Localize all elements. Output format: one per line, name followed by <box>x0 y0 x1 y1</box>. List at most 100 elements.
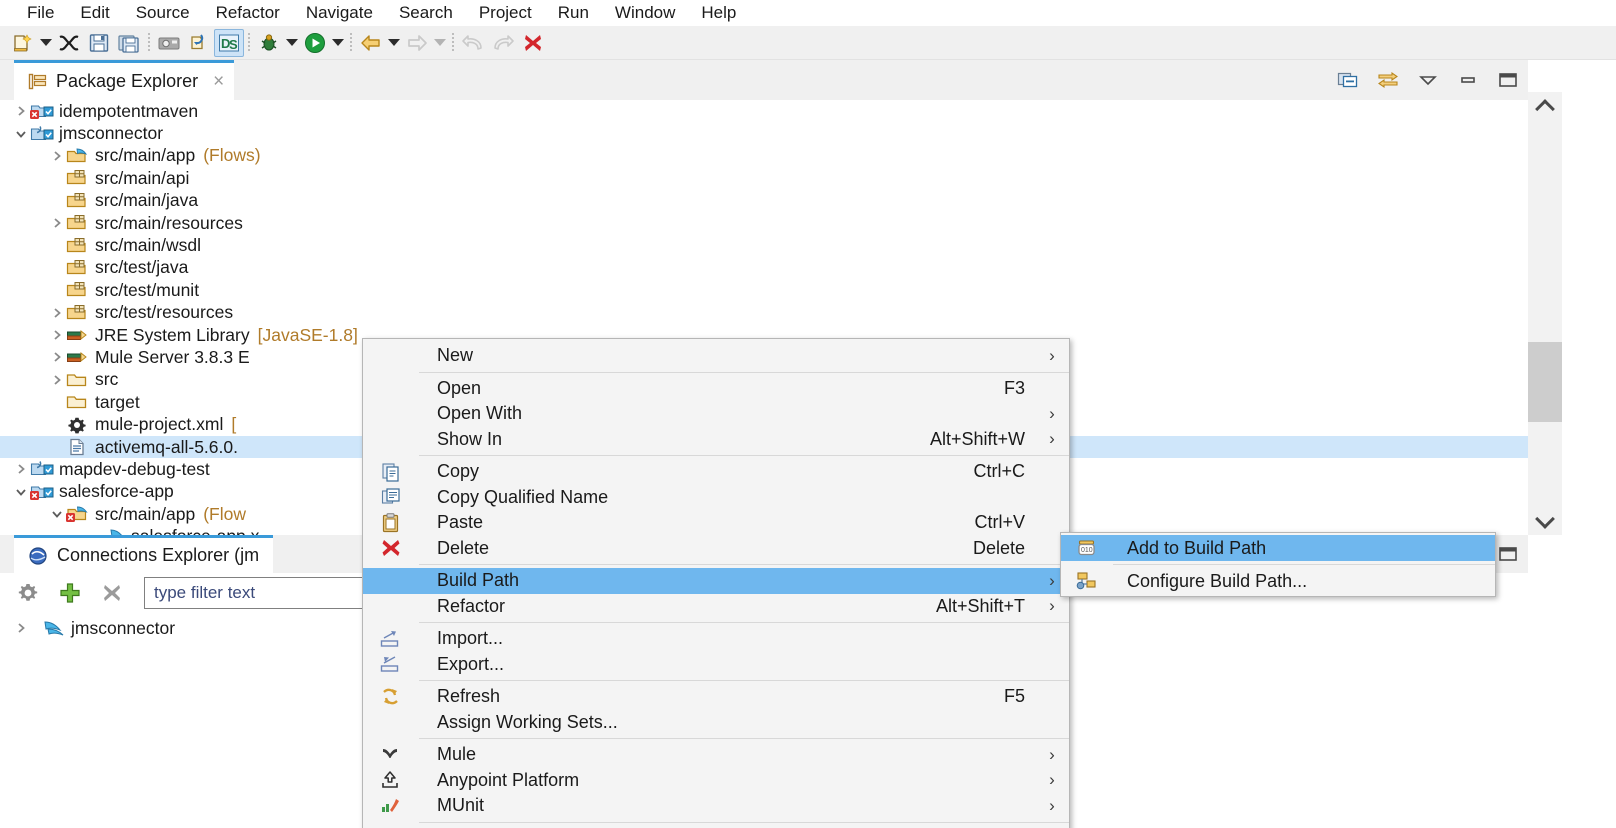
menu-item[interactable]: MUnit › <box>363 793 1069 819</box>
chevron-right-icon[interactable] <box>50 306 66 320</box>
minimize-button[interactable] <box>1448 63 1488 97</box>
tab-connections-explorer[interactable]: Connections Explorer (jm <box>14 535 274 573</box>
save-all-button[interactable] <box>114 29 144 57</box>
studio-perspective-button[interactable]: D S <box>214 28 244 57</box>
tree-item[interactable]: jmsconnector <box>0 122 1528 144</box>
link-with-editor-button[interactable] <box>1368 63 1408 97</box>
menu-source[interactable]: Source <box>123 3 203 23</box>
menu-item[interactable]: Open With › <box>363 401 1069 427</box>
save-button[interactable] <box>84 29 114 57</box>
debug-dropdown-arrow[interactable] <box>284 29 300 57</box>
menu-file[interactable]: File <box>14 3 67 23</box>
submenu-item[interactable]: 010 Add to Build Path <box>1061 535 1495 561</box>
forward-button[interactable] <box>402 29 432 57</box>
menu-item[interactable]: Export... <box>363 652 1069 678</box>
package-explorer-scrollbar[interactable] <box>1528 92 1562 535</box>
tree-item[interactable]: jmsconnector <box>0 615 175 641</box>
tree-item[interactable]: src/main/java <box>0 190 1528 212</box>
chevron-down-icon[interactable] <box>50 507 66 521</box>
menu-separator <box>419 821 1069 823</box>
menu-item[interactable]: Refresh F5 <box>363 684 1069 710</box>
view-menu-button[interactable] <box>1408 63 1448 97</box>
menu-item[interactable]: Refactor Alt+Shift+T › <box>363 594 1069 620</box>
menu-item-label: Refactor <box>437 595 506 616</box>
menu-window[interactable]: Window <box>602 3 688 23</box>
chevron-right-icon[interactable] <box>50 328 66 342</box>
chevron-right-icon[interactable] <box>50 216 66 230</box>
tree-item[interactable]: src/main/api <box>0 167 1528 189</box>
menu-item[interactable]: Anypoint Platform › <box>363 768 1069 794</box>
chevron-right-icon[interactable] <box>50 149 66 163</box>
run-button[interactable] <box>300 29 330 57</box>
menu-run[interactable]: Run <box>545 3 602 23</box>
undo-button[interactable] <box>458 29 488 57</box>
submenu-item[interactable]: Configure Build Path... <box>1061 568 1495 594</box>
menu-item-label: Refresh <box>437 686 501 707</box>
camera-button[interactable] <box>154 29 184 57</box>
menu-item[interactable]: Paste Ctrl+V <box>363 510 1069 536</box>
gear-button[interactable] <box>10 577 46 609</box>
menu-item[interactable]: Copy Ctrl+C <box>363 459 1069 485</box>
add-button[interactable] <box>52 577 88 609</box>
new-wizard-button[interactable] <box>8 29 38 57</box>
chevron-right-icon[interactable] <box>14 462 30 476</box>
tree-item[interactable]: src/test/munit <box>0 279 1528 301</box>
close-icon[interactable]: × <box>213 71 224 93</box>
back-dropdown-arrow[interactable] <box>386 29 402 57</box>
debug-button[interactable] <box>254 29 284 57</box>
menu-item[interactable]: Import... <box>363 626 1069 652</box>
menu-item-label: Build Path <box>437 570 520 591</box>
menu-project[interactable]: Project <box>466 3 545 23</box>
forward-dropdown-arrow[interactable] <box>432 29 448 57</box>
menu-item[interactable]: Delete Delete <box>363 536 1069 562</box>
menu-search[interactable]: Search <box>386 3 466 23</box>
chevron-down-icon[interactable] <box>14 485 30 499</box>
menu-item[interactable]: Show In Alt+Shift+W › <box>363 427 1069 453</box>
build-path-submenu[interactable]: 010 Add to Build Path Configure Build Path… <box>1060 532 1496 597</box>
menu-item-shortcut: Ctrl+C <box>973 461 1025 482</box>
menu-refactor[interactable]: Refactor <box>203 3 293 23</box>
menu-navigate[interactable]: Navigate <box>293 3 386 23</box>
menu-item[interactable]: Build Path › <box>363 568 1069 594</box>
tab-package-explorer[interactable]: Package Explorer × <box>14 60 235 100</box>
connections-explorer-tree[interactable]: jmsconnector <box>0 615 175 641</box>
tree-item[interactable]: src/main/app (Flows) <box>0 145 1528 167</box>
tree-item[interactable]: src/main/resources <box>0 212 1528 234</box>
tree-item[interactable]: src/test/java <box>0 257 1528 279</box>
scroll-down-icon[interactable] <box>1528 507 1562 535</box>
collapse-all-button[interactable] <box>1328 63 1368 97</box>
menu-item-label: Show In <box>437 428 503 449</box>
remove-button[interactable] <box>94 577 130 609</box>
menu-item[interactable]: Assign Working Sets... <box>363 710 1069 736</box>
menu-item[interactable]: New › <box>363 343 1069 369</box>
chevron-right-icon[interactable] <box>14 621 30 635</box>
menu-item-label: Anypoint Platform <box>437 769 580 790</box>
menu-help[interactable]: Help <box>688 3 749 23</box>
terminate-button[interactable] <box>518 29 548 57</box>
menu-edit[interactable]: Edit <box>67 3 122 23</box>
chevron-down-icon[interactable] <box>14 127 30 141</box>
menu-item[interactable]: Copy Qualified Name <box>363 485 1069 511</box>
import-anypoint-button[interactable] <box>184 29 214 57</box>
tree-item[interactable]: src/test/resources <box>0 302 1528 324</box>
new-wizard-dropdown-arrow[interactable] <box>38 29 54 57</box>
redo-button[interactable] <box>488 29 518 57</box>
run-dropdown-arrow[interactable] <box>330 29 346 57</box>
menu-item-label: Open With <box>437 403 523 424</box>
menu-item-shortcut: Alt+Shift+W <box>929 428 1025 449</box>
tree-item-label: Mule Server 3.8.3 E <box>95 346 250 367</box>
context-menu[interactable]: New › Open F3 Open With › Show In Alt+Shift+W › C… <box>362 338 1070 828</box>
tree-item-label: src/main/api <box>95 167 190 188</box>
link-anypoint-button[interactable] <box>54 29 84 57</box>
scroll-up-icon[interactable] <box>1528 92 1562 120</box>
scrollbar-thumb[interactable] <box>1528 342 1562 422</box>
tree-item[interactable]: src/main/wsdl <box>0 234 1528 256</box>
tree-item[interactable]: idempotentmaven <box>0 100 1528 122</box>
maximize-button[interactable] <box>1488 63 1528 97</box>
chevron-right-icon[interactable] <box>14 104 30 118</box>
menu-item[interactable]: Open F3 <box>363 376 1069 402</box>
menu-item[interactable]: Mule › <box>363 742 1069 768</box>
back-button[interactable] <box>356 29 386 57</box>
chevron-right-icon[interactable] <box>50 373 66 387</box>
chevron-right-icon[interactable] <box>50 350 66 364</box>
